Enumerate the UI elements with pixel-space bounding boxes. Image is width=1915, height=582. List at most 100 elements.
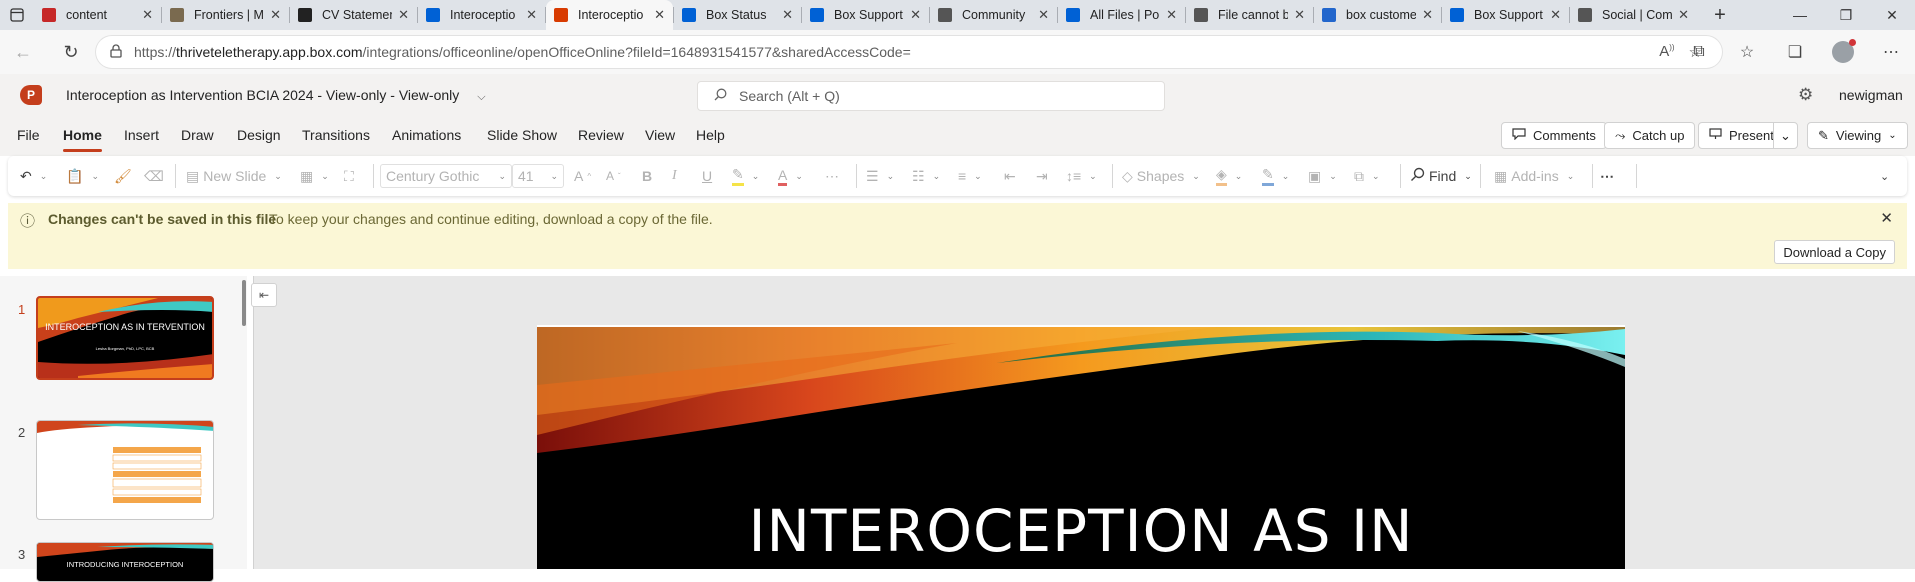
present-options-chevron-icon[interactable]: ⌄ [1773, 122, 1798, 149]
close-tab-icon[interactable]: ✕ [1550, 7, 1561, 23]
italic-icon[interactable]: I [672, 156, 677, 196]
browser-menu-icon[interactable]: ⋯ [1867, 42, 1915, 62]
tab-slide-show[interactable]: Slide Show [487, 127, 557, 143]
browser-tab[interactable]: File cannot b ✕ [1186, 0, 1313, 30]
clear-formatting-icon[interactable]: ⌫ [144, 156, 164, 196]
increase-font-size-icon[interactable]: A ^ [574, 156, 591, 196]
line-spacing-icon[interactable]: ↕≡ ⌄ [1066, 156, 1097, 196]
document-title[interactable]: Interoception as Intervention BCIA 2024 … [66, 87, 486, 104]
tab-file[interactable]: File [17, 127, 40, 143]
font-name-select[interactable]: Century Gothic ⌄ [380, 164, 512, 188]
url-field[interactable]: https://thriveteletherapy.app.box.com/in… [96, 36, 1722, 68]
browser-tab[interactable]: Box Status ✕ [674, 0, 801, 30]
shape-effects-icon[interactable]: ▣ ⌄ [1308, 156, 1337, 196]
close-tab-icon[interactable]: ✕ [1038, 7, 1049, 23]
expand-ribbon-chevron-icon[interactable]: ⌄ [1880, 156, 1889, 196]
refresh-icon[interactable]: ↻ [54, 35, 88, 69]
tab-design[interactable]: Design [237, 127, 281, 143]
close-tab-icon[interactable]: ✕ [1166, 7, 1177, 23]
browser-tab[interactable]: Social | Com ✕ [1570, 0, 1697, 30]
arrange-icon[interactable]: ⧉ ⌄ [1354, 156, 1380, 196]
new-slide-button[interactable]: ▤ New Slide ⌄ [186, 156, 282, 196]
collections-icon[interactable]: ❏ [1771, 42, 1819, 62]
numbering-icon[interactable]: ☷ ⌄ [912, 156, 940, 196]
tab-insert[interactable]: Insert [124, 127, 159, 143]
browser-tab[interactable]: Box Support ✕ [802, 0, 929, 30]
highlight-icon[interactable]: ✎ ⌄ [732, 156, 759, 196]
close-tab-icon[interactable]: ✕ [398, 7, 409, 23]
extensions-icon[interactable]: ⧉ [1675, 43, 1723, 61]
bullets-icon[interactable]: ☰ ⌄ [866, 156, 894, 196]
tab-view[interactable]: View [645, 127, 675, 143]
close-tab-icon[interactable]: ✕ [1422, 7, 1433, 23]
profile-avatar[interactable] [1832, 39, 1856, 63]
more-options-icon[interactable]: ⋯ [1600, 156, 1614, 196]
close-window-icon[interactable]: ✕ [1869, 0, 1915, 30]
user-name[interactable]: newigman [1839, 87, 1903, 103]
current-slide[interactable]: INTEROCEPTION AS IN [537, 325, 1625, 569]
align-icon[interactable]: ≡ ⌄ [958, 156, 982, 196]
catch-up-button[interactable]: ⤳ Catch up [1604, 122, 1696, 149]
new-tab-icon[interactable]: + [1703, 0, 1737, 30]
close-tab-icon[interactable]: ✕ [1294, 7, 1305, 23]
browser-tab[interactable]: box custome ✕ [1314, 0, 1441, 30]
settings-gear-icon[interactable]: ⚙ [1798, 85, 1813, 105]
close-tab-icon[interactable]: ✕ [526, 7, 537, 23]
decrease-indent-icon[interactable]: ⇤ [1004, 156, 1016, 196]
download-copy-button[interactable]: Download a Copy [1774, 240, 1895, 264]
find-button[interactable]: Find ⌄ [1410, 156, 1472, 196]
slide-thumbnail-3[interactable]: INTRODUCING INTEROCEPTION [36, 542, 214, 582]
shape-fill-icon[interactable]: ◈ ⌄ [1216, 156, 1242, 196]
collapse-thumbnails-icon[interactable]: ⇤ [251, 283, 277, 307]
bold-icon[interactable]: B [642, 156, 652, 196]
minimize-icon[interactable]: — [1777, 0, 1823, 30]
close-tab-icon[interactable]: ✕ [782, 7, 793, 23]
more-font-options-icon[interactable]: ⋯ [825, 156, 839, 196]
browser-tab[interactable]: All Files | Po ✕ [1058, 0, 1185, 30]
comments-button[interactable]: Comments [1501, 122, 1607, 149]
format-painter-icon[interactable]: 🖌 [114, 156, 132, 196]
layout-icon[interactable]: ▦ ⌄ [300, 156, 329, 196]
browser-tab[interactable]: Community ✕ [930, 0, 1057, 30]
browser-tab[interactable]: content ✕ [34, 0, 161, 30]
browser-tab[interactable]: Box Support ✕ [1442, 0, 1569, 30]
tab-actions-icon[interactable] [0, 0, 34, 30]
underline-icon[interactable]: U [702, 156, 712, 196]
reset-slide-icon[interactable]: ⛶ [344, 156, 354, 196]
close-banner-icon[interactable]: ✕ [1880, 209, 1893, 227]
browser-tab[interactable]: CV Statemen ✕ [290, 0, 417, 30]
close-tab-icon[interactable]: ✕ [910, 7, 921, 23]
browser-tab[interactable]: Interoceptio ✕ [546, 0, 673, 30]
decrease-font-size-icon[interactable]: Aˇ [606, 156, 621, 196]
tab-draw[interactable]: Draw [181, 127, 214, 143]
slide-thumbnail-1[interactable]: INTEROCEPTION AS IN TERVENTION Lesha Bor… [36, 296, 214, 380]
paste-clipboard-icon[interactable]: 📋 ⌄ [66, 156, 99, 196]
tab-home[interactable]: Home [63, 127, 102, 152]
close-tab-icon[interactable]: ✕ [142, 7, 153, 23]
back-icon[interactable]: ← [6, 35, 40, 69]
undo-icon[interactable]: ↶ ⌄ [20, 156, 47, 196]
shapes-button[interactable]: ◇ Shapes ⌄ [1122, 156, 1200, 196]
thumbnail-scrollbar[interactable] [242, 280, 246, 326]
close-tab-icon[interactable]: ✕ [270, 7, 281, 23]
increase-indent-icon[interactable]: ⇥ [1036, 156, 1048, 196]
powerpoint-logo-icon[interactable]: P [20, 85, 42, 105]
shape-outline-icon[interactable]: ✎ ⌄ [1262, 156, 1289, 196]
tab-help[interactable]: Help [696, 127, 725, 143]
tab-animations[interactable]: Animations [392, 127, 461, 143]
add-ins-button[interactable]: ▦ Add-ins ⌄ [1494, 156, 1574, 196]
search-input[interactable]: Search (Alt + Q) [697, 81, 1165, 111]
tab-transitions[interactable]: Transitions [302, 127, 370, 143]
viewing-mode-button[interactable]: ✎ Viewing ⌄ [1807, 122, 1908, 149]
present-button[interactable]: Present [1698, 122, 1785, 149]
read-aloud-icon[interactable]: A)) [1659, 43, 1674, 61]
restore-icon[interactable]: ❐ [1823, 0, 1869, 30]
font-color-icon[interactable]: A ⌄ [778, 156, 803, 196]
close-tab-icon[interactable]: ✕ [1678, 7, 1689, 23]
tab-review[interactable]: Review [578, 127, 624, 143]
favorites-icon[interactable]: ☆ [1723, 42, 1771, 62]
close-tab-icon[interactable]: ✕ [654, 7, 665, 23]
chevron-down-icon[interactable]: ⌵ [477, 91, 485, 103]
slide-thumbnail-2[interactable] [36, 420, 214, 520]
font-size-select[interactable]: 41 ⌄ [512, 164, 564, 188]
